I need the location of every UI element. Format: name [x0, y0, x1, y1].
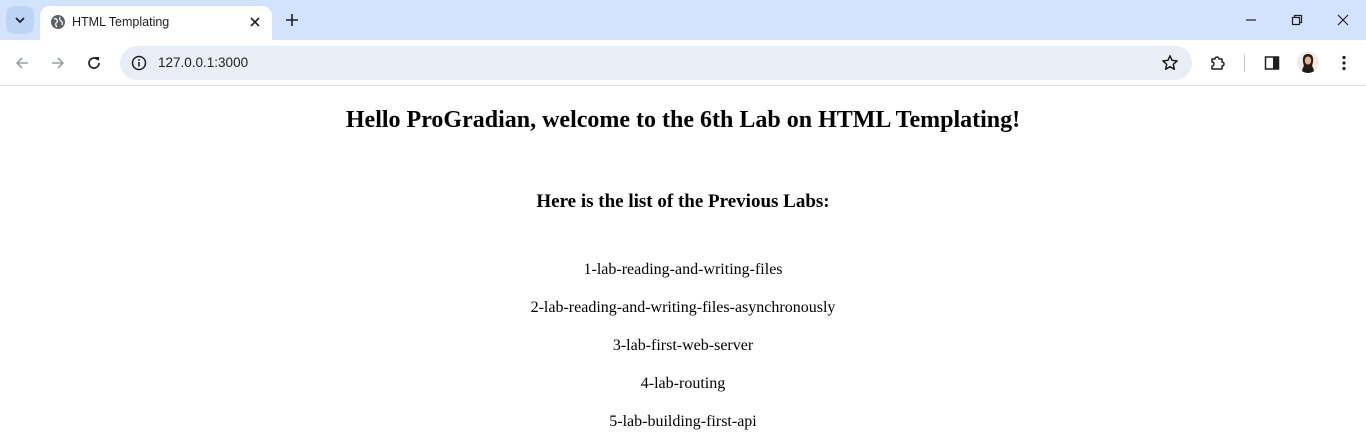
- extensions-button[interactable]: [1204, 49, 1232, 77]
- labs-heading: Here is the list of the Previous Labs:: [536, 191, 830, 212]
- reload-icon: [88, 57, 100, 69]
- browser-menu-button[interactable]: [1330, 49, 1358, 77]
- info-icon: [131, 55, 147, 71]
- tab-close-button[interactable]: [246, 13, 264, 31]
- restore-icon: [1291, 14, 1303, 26]
- list-item: 4-lab-routing: [640, 375, 726, 392]
- browser-toolbar: 127.0.0.1:3000: [0, 40, 1366, 86]
- site-info-button[interactable]: [126, 50, 152, 76]
- arrow-right-icon: [52, 57, 65, 69]
- list-item: 1-lab-reading-and-writing-files: [583, 261, 783, 278]
- toolbar-divider: [1244, 54, 1245, 72]
- minimize-icon: [1246, 19, 1256, 21]
- globe-icon: [51, 15, 65, 29]
- address-bar[interactable]: 127.0.0.1:3000: [120, 46, 1192, 80]
- bookmark-button[interactable]: [1160, 53, 1180, 73]
- restore-button[interactable]: [1281, 6, 1313, 34]
- reload-button[interactable]: [80, 49, 108, 77]
- new-tab-button[interactable]: [280, 8, 304, 32]
- list-item: 2-lab-reading-and-writing-files-asynchro…: [530, 299, 836, 316]
- page-content: Hello ProGradian, welcome to the 6th Lab…: [0, 87, 1366, 435]
- arrow-left-icon: [15, 57, 28, 69]
- avatar[interactable]: [1297, 51, 1319, 73]
- side-panel-icon: [1264, 56, 1280, 70]
- tab-title: HTML Templating: [72, 15, 170, 29]
- side-panel-button[interactable]: [1258, 49, 1286, 77]
- more-vertical-icon: [1342, 55, 1346, 71]
- tab-search-button[interactable]: [6, 6, 34, 34]
- close-window-button[interactable]: [1327, 6, 1359, 34]
- forward-button[interactable]: [44, 49, 72, 77]
- plus-icon: [286, 14, 298, 26]
- url-text[interactable]: 127.0.0.1:3000: [158, 55, 248, 71]
- puzzle-icon: [1211, 56, 1225, 70]
- page-title: Hello ProGradian, welcome to the 6th Lab…: [345, 107, 1021, 133]
- close-icon: [1337, 14, 1349, 26]
- active-tab[interactable]: HTML Templating: [40, 6, 272, 40]
- chevron-down-icon: [15, 17, 25, 24]
- star-icon: [1162, 55, 1178, 71]
- list-item: 5-lab-building-first-api: [609, 413, 757, 430]
- minimize-button[interactable]: [1235, 6, 1267, 34]
- back-button[interactable]: [8, 49, 36, 77]
- list-item: 3-lab-first-web-server: [612, 337, 754, 354]
- tab-strip: HTML Templating: [0, 0, 1366, 40]
- close-icon: [250, 17, 260, 27]
